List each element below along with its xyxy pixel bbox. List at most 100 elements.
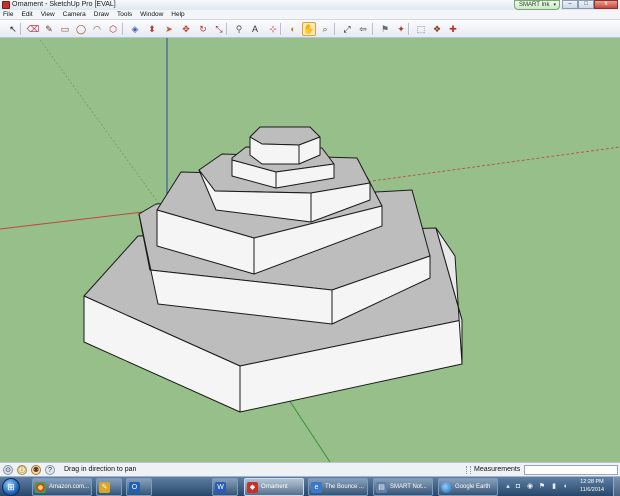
tray-app-icon[interactable]: ◘ [514,483,522,491]
menu-camera[interactable]: Camera [63,10,86,20]
pinned-app-icon: ✎ [99,481,110,493]
sketchup-icon: ◆ [247,481,258,493]
task-label: SMART Not... [390,484,427,490]
toolbar-separator [408,23,409,35]
menu-window[interactable]: Window [140,10,163,20]
status-hint: Drag in direction to pan [64,466,137,473]
toolbar-separator [226,23,227,35]
tray-flag-icon[interactable]: ⚑ [538,483,546,491]
move-icon[interactable]: ✥ [179,22,193,36]
menu-view[interactable]: View [41,10,55,20]
smart-notebook-icon: ▤ [376,481,387,493]
orbit-icon[interactable]: ◐ [286,22,300,36]
close-button[interactable]: x [594,0,618,9]
toolbar-separator [334,23,335,35]
window-title: Ornament - SketchUp Pro [EVAL] [12,1,116,8]
maximize-button[interactable]: □ [578,0,594,9]
walk-icon[interactable]: ✦ [394,22,408,36]
smart-ink-button[interactable]: SMART Ink ▾ [514,0,560,10]
push-pull-icon[interactable]: ⬍ [145,22,159,36]
show-desktop-button[interactable] [613,477,620,496]
extension-warehouse-icon[interactable]: ✚ [446,22,460,36]
zoom-extents-icon[interactable]: ⤢ [340,22,354,36]
taskbar-clock[interactable]: 12:28 PM 11/6/2014 [572,478,612,494]
green-axis-dashed [39,39,161,206]
status-divider[interactable] [466,466,471,474]
measurements-input[interactable] [524,465,618,475]
task-google-earth[interactable]: Google Earth [438,478,498,496]
toolbar-separator [122,23,123,35]
main-toolbar: ↖ ⌫ ✎ ▭ ◯ ◠ ⬡ ◈ ⬍ ➤ ✥ ↻ ⤡ ⚲ A ⊹ ◐ ✋ ⌕ ⤢ ⇦ ⚑ ✦ ⬚ ❖ ✚ [0,20,620,38]
eraser-icon[interactable]: ⌫ [26,22,40,36]
start-button[interactable]: ⊞ [2,478,20,496]
tray-chevron-icon[interactable]: ▴ [504,483,512,491]
tray-smart-icon[interactable]: ◉ [526,483,534,491]
clock-date: 11/6/2014 [579,487,605,493]
clock-time: 12:28 PM [580,479,604,485]
paint-bucket-icon[interactable]: ◈ [128,22,142,36]
get-models-icon[interactable]: ⬚ [414,22,428,36]
window-controls: – □ x [562,0,618,10]
menu-help[interactable]: Help [171,10,184,20]
menu-file[interactable]: File [3,10,13,20]
task-outlook[interactable]: O [126,478,152,496]
task-label: Google Earth [455,484,491,490]
toolbar-separator [280,23,281,35]
select-arrow-icon[interactable]: ↖ [6,22,20,36]
measurements-label: Measurements [474,466,521,473]
task-label: Ornament [261,484,288,490]
sign-in-icon[interactable]: ⚉ [31,465,41,475]
hand-pan-icon[interactable]: ✋ [302,22,316,36]
tape-measure-icon[interactable]: ⚲ [232,22,246,36]
chrome-icon [35,481,46,493]
position-camera-icon[interactable]: ⚑ [378,22,392,36]
sketchup-app-icon[interactable] [2,1,10,9]
title-bar: Ornament - SketchUp Pro [EVAL] SMART Ink… [0,0,620,10]
text-icon[interactable]: A [248,22,262,36]
menu-tools[interactable]: Tools [117,10,132,20]
model-canvas[interactable] [0,38,620,462]
task-label: The Bounce ... [325,484,365,490]
zoom-icon[interactable]: ⌕ [318,22,332,36]
red-axis-line [0,209,161,230]
pencil-icon[interactable]: ✎ [42,22,56,36]
rotate-icon[interactable]: ↻ [196,22,210,36]
status-bar: ⊙ ⓘ ⚉ ? Drag in direction to pan Measure… [0,462,620,476]
menu-edit[interactable]: Edit [21,10,32,20]
scale-icon[interactable]: ⤡ [212,22,226,36]
windows-taskbar: ⊞ Amazon.com... ✎ O W ◆ Ornament e The B… [0,476,620,496]
minimize-button[interactable]: – [562,0,578,9]
task-amazon[interactable]: Amazon.com... [32,478,92,496]
menu-bar: File Edit View Camera Draw Tools Window … [0,10,620,20]
help-icon[interactable]: ? [45,465,55,475]
chevron-down-icon: ▾ [553,2,556,8]
sketchup-window: Ornament - SketchUp Pro [EVAL] SMART Ink… [0,0,620,496]
rectangle-icon[interactable]: ▭ [58,22,72,36]
word-icon: W [215,481,226,493]
components-icon[interactable]: ❖ [430,22,444,36]
task-pinned-app[interactable]: ✎ [96,478,122,496]
outlook-icon: O [129,481,140,493]
circle-icon[interactable]: ◯ [74,22,88,36]
arc-icon[interactable]: ◠ [90,22,104,36]
axes-icon[interactable]: ⊹ [266,22,280,36]
google-earth-icon [441,481,452,493]
toolbar-separator [372,23,373,35]
credits-icon[interactable]: ⓘ [17,465,27,475]
explorer-icon: e [311,481,322,493]
smart-ink-label: SMART Ink [519,2,550,8]
follow-me-icon[interactable]: ➤ [162,22,176,36]
menu-draw[interactable]: Draw [94,10,109,20]
task-word[interactable]: W [212,478,238,496]
toolbar-separator [20,23,21,35]
task-smart-notebook[interactable]: ▤ SMART Not... [373,478,433,496]
polygon-icon[interactable]: ⬡ [106,22,120,36]
task-explorer[interactable]: e The Bounce ... [308,478,368,496]
task-sketchup[interactable]: ◆ Ornament [244,478,304,496]
modeling-viewport[interactable] [0,38,620,462]
task-label: Amazon.com... [49,484,90,490]
tray-network-icon[interactable]: ▮ [550,483,558,491]
geo-location-icon[interactable]: ⊙ [3,465,13,475]
tray-volume-icon[interactable]: ◖ [561,483,569,491]
previous-view-icon[interactable]: ⇦ [356,22,370,36]
